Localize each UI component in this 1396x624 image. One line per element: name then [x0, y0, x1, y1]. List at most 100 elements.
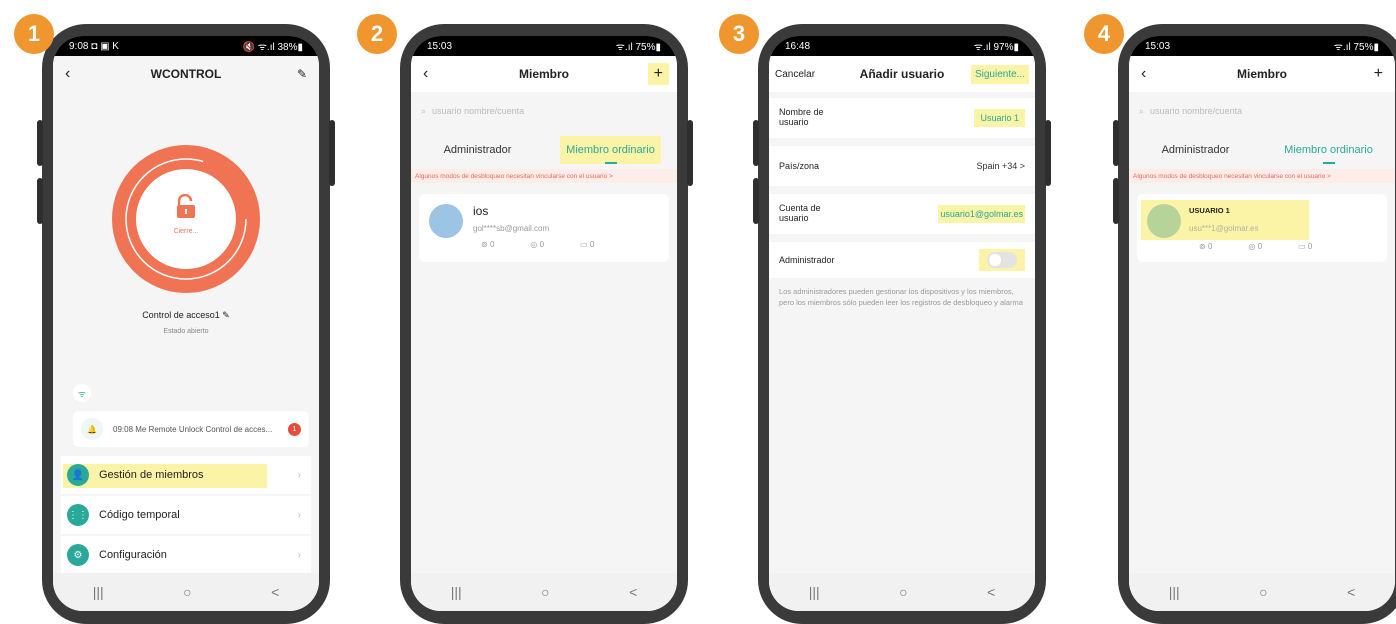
device-name-row: Control de acceso1 ✎ [53, 310, 319, 321]
avatar [429, 204, 463, 238]
recents-button[interactable]: ||| [809, 584, 820, 600]
admin-help-text: Los administradores pueden gestionar los… [779, 287, 1023, 308]
member-name: USUARIO 1 [1189, 206, 1230, 215]
app-header: ‹ Miembro + [411, 56, 677, 92]
home-button[interactable]: ○ [541, 584, 549, 600]
back-icon[interactable]: ‹ [423, 65, 428, 83]
password-stat: ◎ 0 [530, 240, 545, 249]
home-button[interactable]: ○ [183, 584, 191, 600]
tab-miembro-ordinario[interactable]: Miembro ordinario [544, 132, 677, 168]
recents-button[interactable]: ||| [451, 584, 462, 600]
page-title: Miembro [518, 67, 569, 81]
country-row[interactable]: País/zona Spain +34 > [769, 146, 1035, 186]
screen-miembro: 15:03 ᯤ.ıl 75%▮ ‹ Miembro + ⌕ usuario no… [411, 36, 677, 611]
account-field[interactable]: usuario1@golmar.es [938, 205, 1025, 223]
page-title: Miembro [1236, 67, 1287, 81]
unlock-notice[interactable]: Algunos modos de desbloqueo necesitan vi… [1129, 169, 1395, 183]
add-member-button[interactable]: + [1374, 65, 1383, 83]
search-bar[interactable]: ⌕ usuario nombre/cuenta [421, 104, 667, 118]
tab-administrador[interactable]: Administrador [411, 132, 544, 168]
menu-label: Configuración [99, 549, 167, 561]
cancel-button[interactable]: Cancelar [775, 69, 815, 80]
device-state: Estado abierto [163, 328, 209, 335]
back-button[interactable]: < [1347, 584, 1355, 600]
notification-row[interactable]: 🔔 09:08 Me Remote Unlock Control de acce… [73, 411, 309, 447]
notification-badge: 1 [288, 422, 301, 436]
status-right: 🔇 ᯤ.ıl 38%▮ [242, 42, 303, 53]
screen-miembro-final: 15:03 ᯤ.ıl 75%▮ ‹ Miembro + ⌕ usuario no… [1129, 36, 1395, 611]
back-button[interactable]: < [987, 584, 995, 600]
menu-item-gestion-miembros[interactable]: 👤 Gestión de miembros › [61, 456, 311, 494]
screen-wcontrol: 9:08 ◘ ▣ K 🔇 ᯤ.ıl 38%▮ ‹ WCONTROL ✎ Cier… [53, 36, 319, 611]
tab-administrador[interactable]: Administrador [1129, 132, 1262, 168]
home-button[interactable]: ○ [899, 584, 907, 600]
home-button[interactable]: ○ [1259, 584, 1267, 600]
status-time: 16:48 [785, 40, 811, 52]
android-navbar: ||| ○ < [1129, 573, 1395, 611]
row-label: País/zona [779, 161, 820, 171]
wifi-icon: ᯤ [73, 384, 91, 402]
phone-2: 15:03 ᯤ.ıl 75%▮ ‹ Miembro + ⌕ usuario no… [400, 24, 693, 624]
menu-label: Gestión de miembros [99, 469, 204, 481]
edit-icon[interactable]: ✎ [297, 67, 307, 81]
recents-button[interactable]: ||| [93, 584, 104, 600]
status-bar: 16:48 ᯤ.ıl 97%▮ [769, 36, 1035, 56]
status-icons: ◘ ▣ K [91, 40, 119, 52]
member-account: usu***1@golmar.es [1189, 224, 1259, 233]
fingerprint-stat: ⊚ 0 [481, 240, 495, 249]
add-member-button[interactable]: + [647, 63, 669, 85]
next-button[interactable]: Siguiente... [970, 64, 1029, 84]
status-bar: 15:03 ᯤ.ıl 75%▮ [411, 36, 677, 56]
step-badge-3: 3 [719, 14, 759, 54]
search-icon: ⌕ [421, 105, 427, 116]
screen-anadir-usuario: 16:48 ᯤ.ıl 97%▮ Cancelar Añadir usuario … [769, 36, 1035, 611]
chevron-right-icon: › [297, 549, 301, 561]
row-label: Administrador [779, 255, 835, 265]
back-button[interactable]: < [271, 584, 279, 600]
member-stats: ⊚ 0 ◎ 0 ▭ 0 [481, 240, 594, 249]
search-bar[interactable]: ⌕ usuario nombre/cuenta [1139, 104, 1385, 118]
account-row[interactable]: Cuenta de usuario usuario1@golmar.es [769, 194, 1035, 234]
password-stat: ◎ 0 [1248, 242, 1263, 251]
admin-toggle[interactable] [987, 252, 1017, 268]
chevron-right-icon: › [297, 469, 301, 481]
search-icon: ⌕ [1139, 105, 1145, 116]
country-select[interactable]: Spain +34 > [976, 161, 1025, 171]
edit-name-icon[interactable]: ✎ [222, 310, 230, 320]
avatar [1147, 204, 1181, 238]
row-label: Cuenta de usuario [779, 203, 821, 223]
back-button[interactable]: < [629, 584, 637, 600]
menu-item-configuracion[interactable]: ⚙ Configuración › [61, 536, 311, 574]
user-icon: 👤 [67, 464, 89, 486]
card-stat: ▭ 0 [580, 240, 595, 249]
menu-label: Código temporal [99, 509, 180, 521]
chevron-right-icon: › [297, 509, 301, 521]
unlock-notice[interactable]: Algunos modos de desbloqueo necesitan vi… [411, 169, 677, 183]
back-icon[interactable]: ‹ [65, 65, 70, 83]
page-title: Añadir usuario [859, 67, 945, 81]
member-stats: ⊚ 0 ◎ 0 ▭ 0 [1199, 242, 1312, 251]
step-badge-2: 2 [357, 14, 397, 54]
fingerprint-stat: ⊚ 0 [1199, 242, 1213, 251]
username-field[interactable]: Usuario 1 [974, 109, 1025, 127]
status-bar: 9:08 ◘ ▣ K 🔇 ᯤ.ıl 38%▮ [53, 36, 319, 56]
lock-status-label: Cierre... [173, 228, 199, 235]
app-header: Cancelar Añadir usuario Siguiente... [769, 56, 1035, 92]
status-time: 15:03 [1145, 40, 1171, 52]
card-stat: ▭ 0 [1298, 242, 1313, 251]
phone-4: 15:03 ᯤ.ıl 75%▮ ‹ Miembro + ⌕ usuario no… [1113, 24, 1396, 624]
android-navbar: ||| ○ < [53, 573, 319, 611]
member-tabs: Administrador Miembro ordinario [411, 132, 677, 168]
username-row[interactable]: Nombre de usuario Usuario 1 [769, 98, 1035, 138]
tab-miembro-ordinario[interactable]: Miembro ordinario [1262, 132, 1395, 168]
status-bar: 15:03 ᯤ.ıl 75%▮ [1129, 36, 1395, 56]
admin-row[interactable]: Administrador [769, 242, 1035, 278]
step-badge-1: 1 [14, 14, 54, 54]
admin-toggle-wrap [979, 249, 1025, 271]
menu-item-codigo-temporal[interactable]: ⋮⋮ Código temporal › [61, 496, 311, 534]
back-icon[interactable]: ‹ [1141, 65, 1146, 83]
member-card[interactable]: USUARIO 1 usu***1@golmar.es ⊚ 0 ◎ 0 ▭ 0 [1137, 194, 1387, 262]
recents-button[interactable]: ||| [1169, 584, 1180, 600]
member-card[interactable]: ios gol****sb@gmail.com ⊚ 0 ◎ 0 ▭ 0 [419, 194, 669, 262]
app-header: ‹ Miembro + [1129, 56, 1395, 92]
